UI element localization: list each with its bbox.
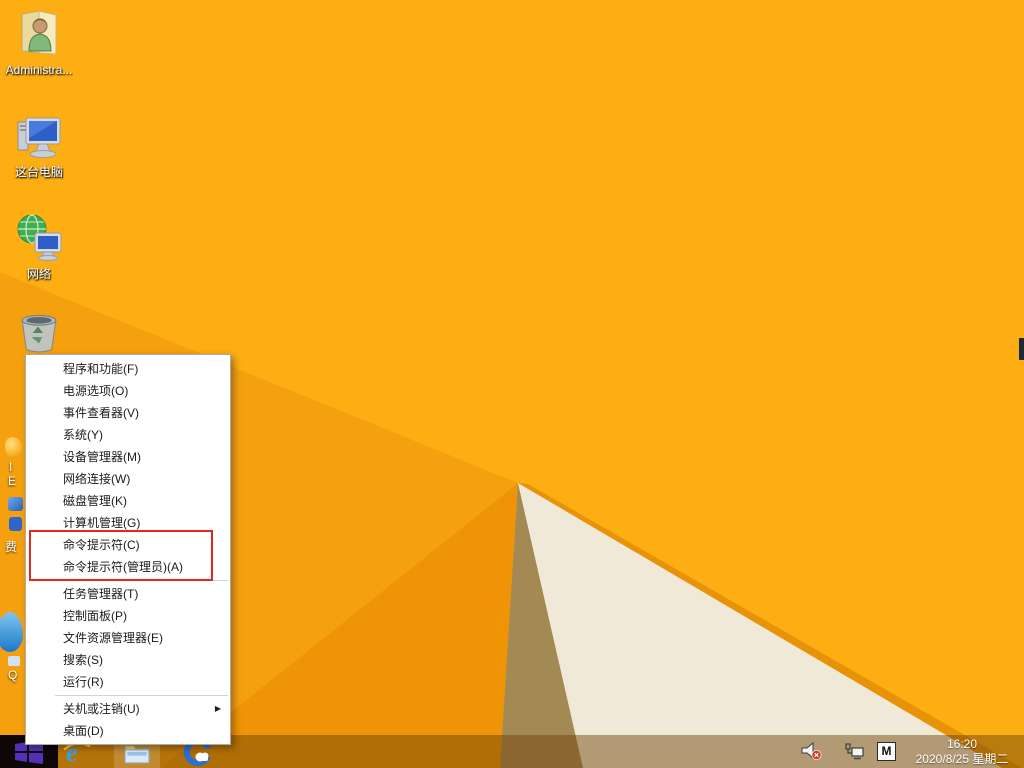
partial-icon-label: E xyxy=(8,475,16,488)
taskbar-clock[interactable]: 16:20 2020/8/25 星期二 xyxy=(908,737,1016,767)
menu-item[interactable]: 命令提示符(管理员)(A) xyxy=(26,556,230,578)
menu-item[interactable]: 运行(R) xyxy=(26,671,230,693)
menu-item[interactable]: 程序和功能(F) xyxy=(26,358,230,380)
menu-separator xyxy=(55,580,228,581)
input-method-indicator[interactable]: M xyxy=(877,742,896,761)
desktop-icon-network[interactable]: 网络 xyxy=(1,212,77,281)
winx-menu: 程序和功能(F)电源选项(O)事件查看器(V)系统(Y)设备管理器(M)网络连接… xyxy=(25,354,231,745)
winx-menu-items: 程序和功能(F)电源选项(O)事件查看器(V)系统(Y)设备管理器(M)网络连接… xyxy=(26,358,230,742)
window-edge-sliver xyxy=(1019,338,1024,360)
network-tray-icon[interactable] xyxy=(844,743,864,760)
system-tray: M 16:20 2020/8/25 星期二 xyxy=(801,735,1024,768)
menu-item[interactable]: 文件资源管理器(E) xyxy=(26,627,230,649)
desktop-icon-administrator[interactable]: Administra... xyxy=(1,6,77,77)
desktop: Administra... 这台电脑 网络 xyxy=(0,0,1024,768)
menu-item[interactable]: 系统(Y) xyxy=(26,424,230,446)
computer-icon xyxy=(12,110,66,160)
menu-separator xyxy=(55,695,228,696)
icon-label: Administra... xyxy=(1,64,77,77)
desktop-icon-this-pc[interactable]: 这台电脑 xyxy=(1,110,77,179)
menu-item[interactable]: 控制面板(P) xyxy=(26,605,230,627)
clock-date: 2020/8/25 星期二 xyxy=(908,752,1016,767)
menu-item[interactable]: 网络连接(W) xyxy=(26,468,230,490)
network-globe-icon xyxy=(12,212,66,262)
partial-icon-label: Q xyxy=(8,669,17,682)
menu-item[interactable]: 电源选项(O) xyxy=(26,380,230,402)
icon-label: 这台电脑 xyxy=(1,166,77,179)
volume-muted-icon[interactable] xyxy=(801,742,822,761)
menu-item[interactable]: 设备管理器(M) xyxy=(26,446,230,468)
partial-icon-sliver xyxy=(5,437,22,457)
menu-item[interactable]: 关机或注销(U)▶ xyxy=(26,698,230,720)
partial-icon-sliver xyxy=(9,517,22,531)
recycle-bin-icon xyxy=(17,314,61,354)
user-folder-icon xyxy=(12,6,66,58)
partial-icon-sliver xyxy=(8,497,23,511)
desktop-icon-recycle-bin[interactable] xyxy=(1,314,77,359)
menu-item[interactable]: 事件查看器(V) xyxy=(26,402,230,424)
menu-item[interactable]: 任务管理器(T) xyxy=(26,583,230,605)
menu-item[interactable]: 桌面(D) xyxy=(26,720,230,742)
partial-icon-label: I xyxy=(9,461,12,474)
partial-icon-sliver xyxy=(8,656,20,666)
submenu-arrow-icon: ▶ xyxy=(215,698,221,720)
clock-time: 16:20 xyxy=(908,737,1016,752)
menu-item[interactable]: 计算机管理(G) xyxy=(26,512,230,534)
menu-item[interactable]: 搜索(S) xyxy=(26,649,230,671)
menu-item[interactable]: 命令提示符(C) xyxy=(26,534,230,556)
partial-icon-label: 费 xyxy=(5,541,17,554)
menu-item[interactable]: 磁盘管理(K) xyxy=(26,490,230,512)
icon-label: 网络 xyxy=(1,268,77,281)
